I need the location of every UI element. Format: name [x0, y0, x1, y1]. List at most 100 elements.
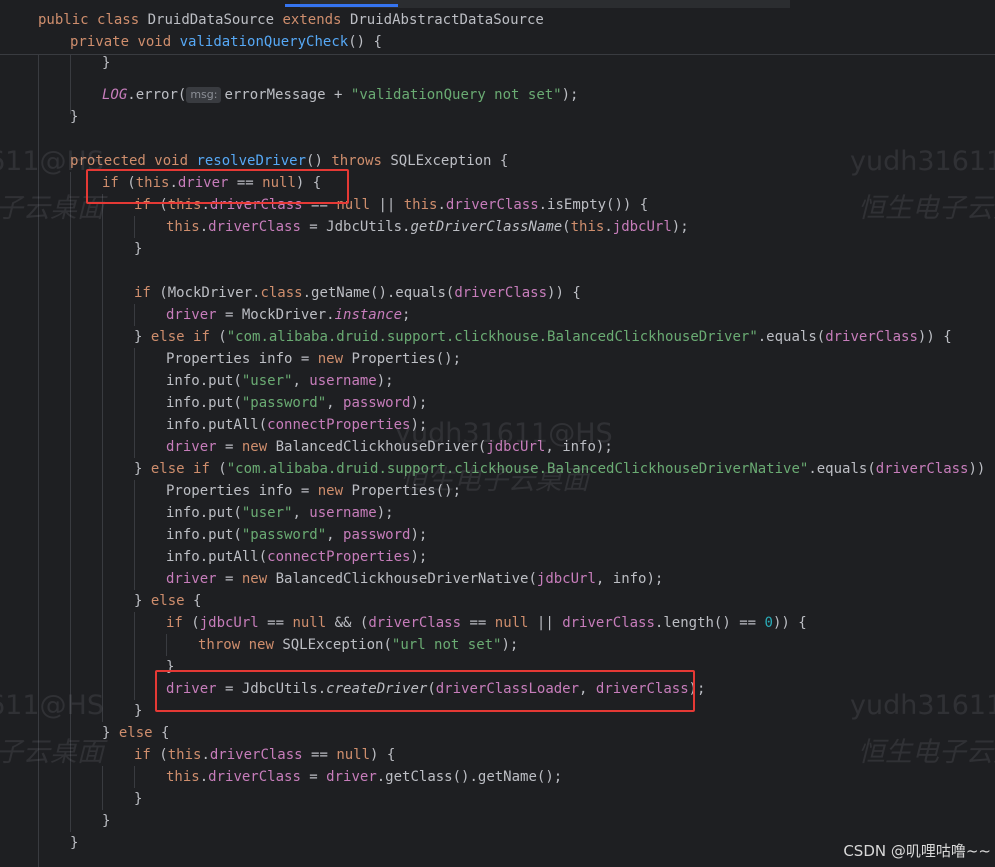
code-text: info.put(	[166, 373, 242, 389]
field: driver	[166, 571, 217, 587]
keyword: if	[193, 461, 210, 477]
csdn-credit: CSDN @叽哩咕噜~~	[843, 842, 991, 860]
code-text: info.putAll(	[166, 549, 268, 565]
code-text: {	[184, 593, 202, 609]
code-text: );	[410, 395, 428, 411]
keyword: public	[38, 12, 89, 28]
code-text: ||	[370, 197, 404, 213]
code-line[interactable]: info.put("user", username);	[166, 370, 394, 392]
code-line[interactable]: Properties info = new Properties();	[166, 348, 461, 370]
code-text: }	[102, 725, 119, 741]
code-text: }	[134, 703, 143, 719]
code-line[interactable]: }	[70, 832, 78, 854]
code-text: );	[410, 549, 428, 565]
code-line[interactable]: if (jdbcUrl == null && (driverClass == n…	[166, 612, 807, 634]
code-text: .equals(	[757, 329, 826, 345]
code-line[interactable]: this.driverClass = JdbcUtils.getDriverCl…	[166, 216, 689, 238]
watermark-text: 恒生电子云桌面	[858, 737, 995, 768]
static-field: instance	[334, 307, 403, 323]
code-text: info.putAll(	[166, 417, 268, 433]
keyword: void	[154, 153, 189, 169]
code-line[interactable]: driver = new BalancedClickhouseDriverNat…	[166, 568, 663, 590]
keyword: this	[167, 747, 202, 763]
code-line[interactable]: if (MockDriver.class.getName().equals(dr…	[134, 282, 581, 304]
code-text: }	[70, 835, 79, 851]
code-text: )) {	[547, 285, 581, 301]
code-text: }	[134, 791, 143, 807]
code-line[interactable]: throw new SQLException("url not set");	[198, 634, 518, 656]
code-text: Properties();	[343, 351, 462, 367]
code-line[interactable]: info.putAll(connectProperties);	[166, 414, 427, 436]
active-tab-indicator[interactable]	[285, 4, 398, 7]
code-text: ==	[302, 747, 337, 763]
class-name: DruidDataSource	[147, 12, 275, 28]
watermark-text: 611@HS	[0, 690, 104, 721]
code-text: .error(	[127, 87, 187, 103]
field: password	[343, 527, 411, 543]
code-line[interactable]: info.put("password", password);	[166, 392, 427, 414]
code-text: );	[561, 87, 579, 103]
static-field: LOG	[102, 87, 128, 103]
code-text: info.put(	[166, 395, 242, 411]
code-text: =	[300, 769, 327, 785]
parent-class-name: DruidAbstractDataSource	[349, 12, 544, 28]
code-text: ) {	[370, 747, 396, 763]
code-text: )) {	[772, 615, 807, 631]
keyword: null	[336, 747, 371, 763]
indent-guide	[134, 348, 135, 458]
code-text: && (	[326, 615, 369, 631]
field: jdbcUrl	[199, 615, 259, 631]
code-text: info.put(	[166, 505, 242, 521]
code-line[interactable]: }	[102, 52, 110, 74]
watermark-text: yudh31611@HS	[850, 146, 995, 177]
code-line[interactable]: }	[102, 810, 110, 832]
code-line[interactable]: driver = MockDriver.instance;	[166, 304, 410, 326]
code-text: ||	[528, 615, 563, 631]
code-text: = MockDriver.	[216, 307, 335, 323]
code-text: ,	[292, 505, 310, 521]
indent-guide	[70, 54, 71, 114]
code-text: )) {	[917, 329, 952, 345]
code-text: );	[376, 505, 394, 521]
code-text: =	[216, 571, 242, 587]
code-line[interactable]: }	[70, 106, 78, 128]
keyword: class	[260, 285, 303, 301]
keyword: new	[317, 351, 344, 367]
code-text: }	[134, 461, 151, 477]
field: driverClass	[562, 615, 655, 631]
keyword: null	[292, 615, 327, 631]
indent-guide	[134, 216, 135, 238]
keyword: null	[494, 615, 529, 631]
field: connectProperties	[267, 417, 411, 433]
code-line[interactable]: LOG.error(msg: errorMessage + "validation…	[102, 84, 578, 106]
code-line[interactable]: info.putAll(connectProperties);	[166, 546, 427, 568]
code-line[interactable]: if (this.driverClass == null) {	[134, 744, 395, 766]
code-line[interactable]: info.put("password", password);	[166, 524, 427, 546]
field: connectProperties	[267, 549, 411, 565]
code-text: (	[209, 329, 227, 345]
sticky-method-line[interactable]: private void validationQueryCheck() {	[70, 31, 382, 53]
code-line[interactable]: }	[134, 788, 142, 810]
keyword: else	[150, 329, 185, 345]
code-line[interactable]: }	[134, 700, 142, 722]
keyword: else	[150, 593, 185, 609]
code-line[interactable]: info.put("user", username);	[166, 502, 394, 524]
code-line[interactable]: }	[134, 238, 142, 260]
code-text: ,	[326, 395, 344, 411]
code-text: }	[70, 109, 79, 125]
code-text: ==	[461, 615, 495, 631]
code-line[interactable]: } else if ("com.alibaba.druid.support.cl…	[134, 326, 952, 348]
code-text: }	[134, 241, 143, 257]
code-line[interactable]: } else {	[102, 722, 169, 744]
code-text: .isEmpty()) {	[538, 197, 649, 213]
keyword: this	[570, 219, 605, 235]
code-text: ;	[402, 307, 411, 323]
code-line[interactable]: } else {	[134, 590, 201, 612]
code-line[interactable]: this.driverClass = driver.getClass().get…	[166, 766, 562, 788]
number-literal: 0	[764, 615, 773, 631]
indent-guide	[134, 304, 135, 326]
sticky-class-line[interactable]: public class DruidDataSource extends Dru…	[38, 9, 544, 31]
